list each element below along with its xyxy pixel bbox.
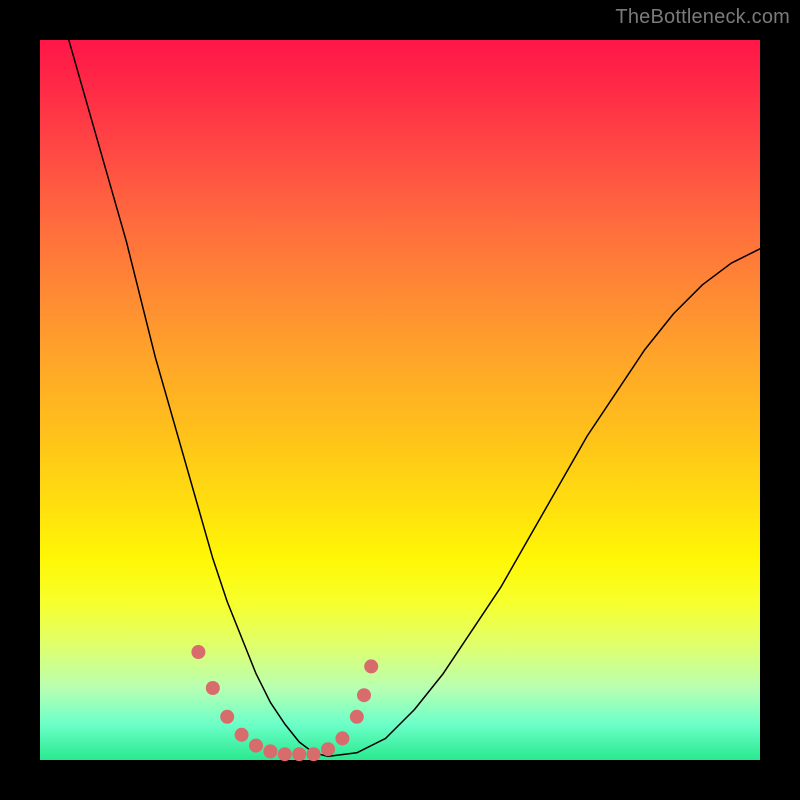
curve-svg [40, 40, 760, 760]
bottleneck-curve [69, 40, 760, 756]
plot-area [40, 40, 760, 760]
marker-point [307, 747, 321, 761]
chart-frame: TheBottleneck.com [0, 0, 800, 800]
marker-point [263, 744, 277, 758]
marker-point [249, 739, 263, 753]
marker-point [364, 659, 378, 673]
marker-point [335, 731, 349, 745]
watermark-text: TheBottleneck.com [615, 6, 790, 29]
marker-point [350, 710, 364, 724]
marker-point [235, 728, 249, 742]
marker-point [292, 747, 306, 761]
marker-point [206, 681, 220, 695]
highlight-markers [191, 645, 378, 761]
marker-point [191, 645, 205, 659]
marker-point [357, 688, 371, 702]
marker-point [220, 710, 234, 724]
marker-point [278, 747, 292, 761]
marker-point [321, 742, 335, 756]
